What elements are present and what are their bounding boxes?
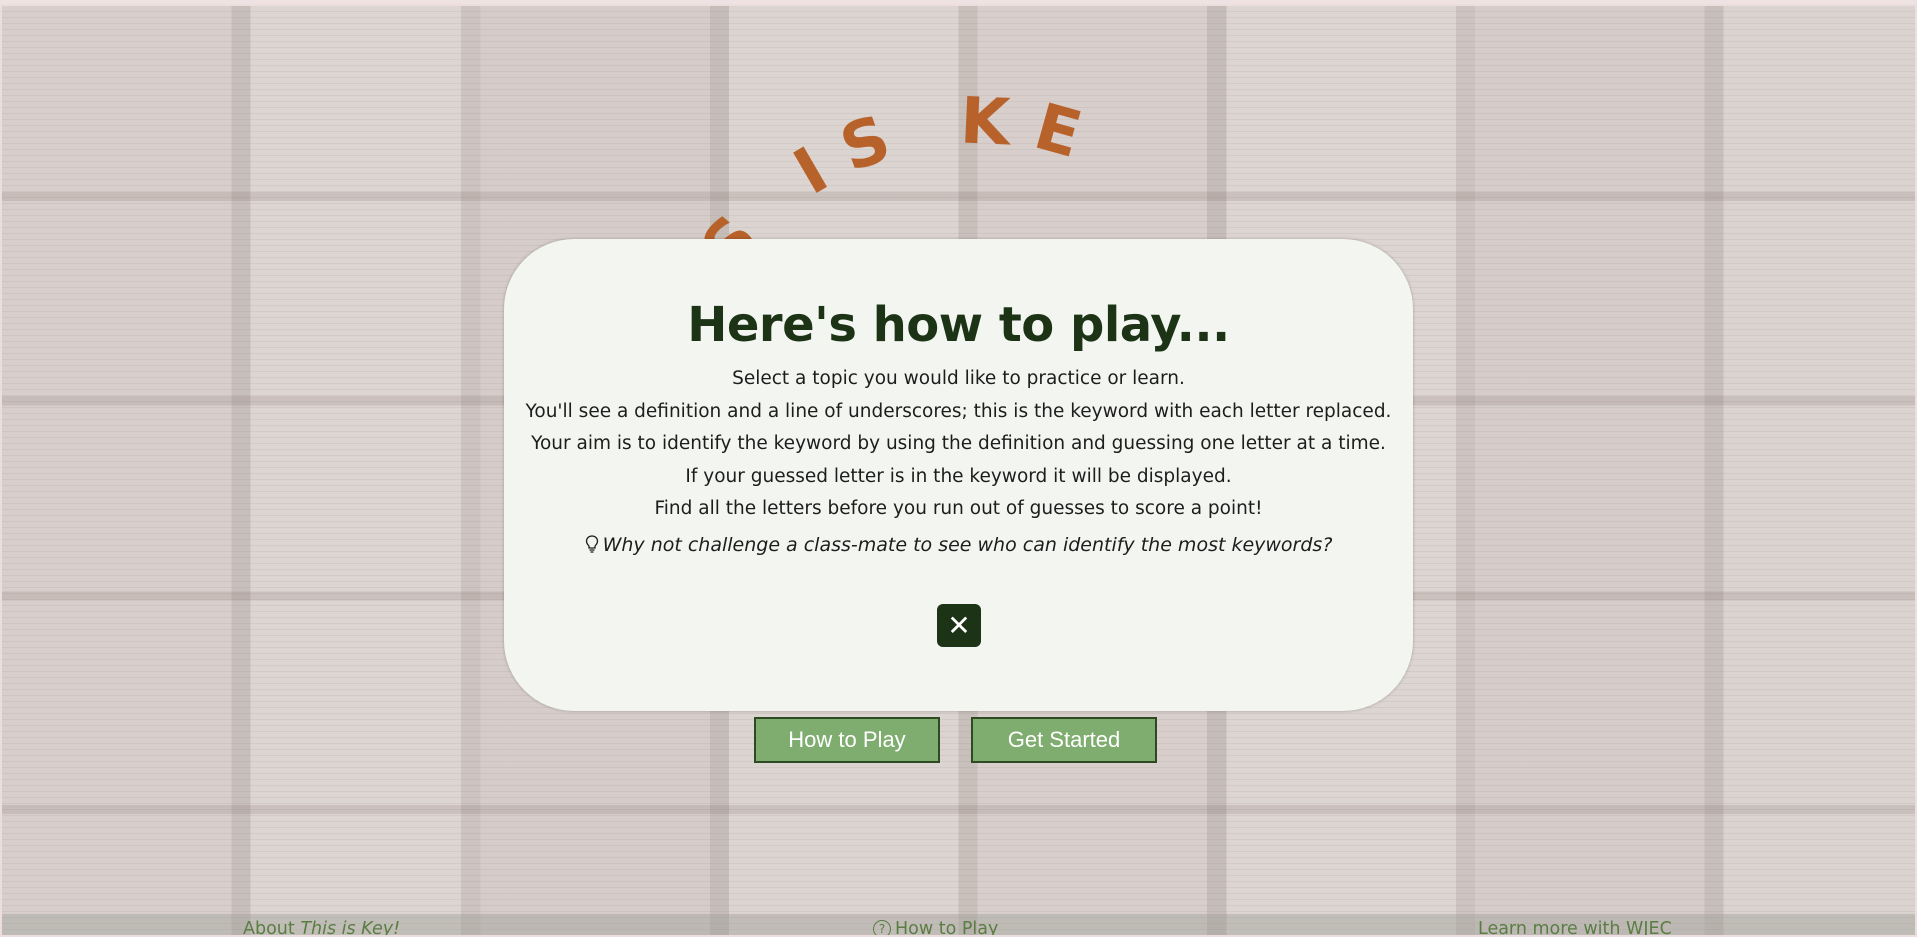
how-to-play-button[interactable]: How to Play — [754, 717, 940, 763]
page-background: IS IS KE Here's how to play... Select a … — [0, 4, 1917, 937]
close-modal-button[interactable]: ✕ — [937, 604, 981, 647]
footer: About This is Key! ? How to Play Learn mo… — [2, 914, 1915, 937]
tip: Why not challenge a class-mate to see wh… — [504, 534, 1413, 556]
how-to-play-modal: Here's how to play... Select a topic you… — [504, 239, 1413, 711]
instruction-line: If your guessed letter is in the keyword… — [685, 465, 1232, 487]
instruction-line: You'll see a definition and a line of un… — [525, 400, 1392, 422]
footer-wjec-link[interactable]: Learn more with WJEC — [1478, 919, 1672, 935]
footer-about-link[interactable]: About This is Key! — [243, 919, 401, 937]
instruction-line: Find all the letters before you run out … — [654, 498, 1263, 519]
question-icon: ? — [873, 920, 891, 935]
modal-heading: Here's how to play... — [687, 297, 1230, 353]
lightbulb-icon — [585, 534, 598, 553]
footer-how-to-play-link[interactable]: ? How to Play — [873, 919, 999, 937]
footer-how-to-play-label: How to Play — [895, 919, 999, 937]
instructions: Select a topic you would like to practic… — [504, 363, 1413, 526]
get-started-button[interactable]: Get Started — [971, 717, 1157, 763]
instruction-line: Your aim is to identify the keyword by u… — [531, 433, 1386, 454]
footer-about-name: This is Key! — [300, 919, 401, 937]
close-icon: ✕ — [947, 609, 971, 642]
footer-about-prefix: About — [243, 919, 301, 937]
tip-text: Why not challenge a class-mate to see wh… — [602, 533, 1333, 556]
instruction-line: Select a topic you would like to practic… — [732, 368, 1185, 389]
